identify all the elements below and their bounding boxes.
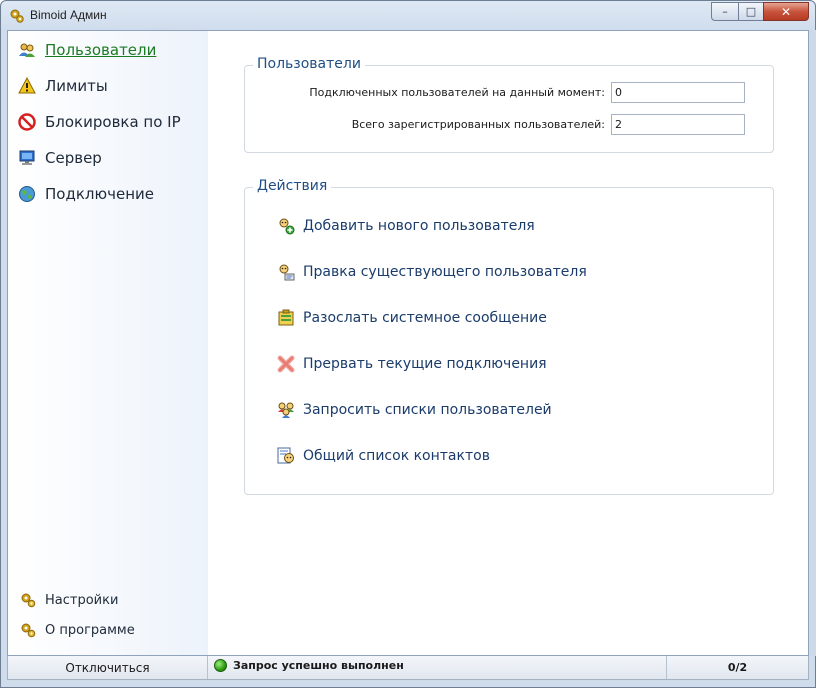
sidebar: Пользователи Лимиты Блокировка по IP Сер… (8, 31, 208, 655)
action-label: Прервать текущие подключения (303, 356, 547, 372)
status-bar: Отключиться Запрос успешно выполнен 0/2 (7, 656, 809, 680)
disconnect-action[interactable]: Прервать текущие подключения (277, 353, 547, 375)
registered-users-label: Всего зарегистрированных пользователей: (351, 117, 605, 131)
main-panel: Пользователи Подключенных пользователей … (208, 31, 808, 655)
window-title: Bimoid Админ (30, 8, 107, 22)
title-bar[interactable]: Bimoid Админ – □ ✕ (1, 1, 815, 31)
sidebar-item-label: Сервер (45, 149, 102, 167)
users-icon (18, 41, 36, 59)
sidebar-item-connection[interactable]: Подключение (18, 182, 154, 206)
sidebar-item-server[interactable]: Сервер (18, 146, 102, 170)
disconnect-button[interactable]: Отключиться (8, 656, 208, 679)
monitor-icon (18, 149, 36, 167)
sidebar-item-label: Подключение (45, 185, 154, 203)
action-label: Запросить списки пользователей (303, 402, 552, 418)
broadcast-action[interactable]: Разослать системное сообщение (277, 307, 547, 329)
status-text: Запрос успешно выполнен (233, 659, 404, 672)
gears-icon (20, 592, 36, 608)
sidebar-item-label: Пользователи (45, 41, 157, 59)
contacts-icon (277, 447, 295, 465)
add-user-icon (277, 217, 295, 235)
connected-users-label: Подключенных пользователей на данный мом… (309, 85, 605, 99)
user-lists-icon (277, 401, 295, 419)
warning-icon (18, 77, 36, 95)
sidebar-item-settings[interactable]: Настройки (20, 590, 118, 610)
add-user-action[interactable]: Добавить нового пользователя (277, 215, 535, 237)
request-lists-action[interactable]: Запросить списки пользователей (277, 399, 552, 421)
sidebar-item-label: О программе (45, 622, 135, 638)
disconnect-icon (277, 355, 295, 373)
window-right-edge (809, 30, 816, 656)
registered-users-row: Всего зарегистрированных пользователей: (352, 113, 745, 135)
close-button[interactable]: ✕ (763, 2, 809, 21)
minimize-button[interactable]: – (711, 2, 738, 21)
sidebar-item-users[interactable]: Пользователи (18, 38, 156, 62)
users-group: Пользователи Подключенных пользователей … (244, 56, 774, 153)
edit-user-action[interactable]: Правка существующего пользователя (277, 261, 587, 283)
user-count: 0/2 (666, 656, 808, 679)
action-label: Правка существующего пользователя (303, 264, 587, 280)
block-icon (18, 113, 36, 131)
contacts-action[interactable]: Общий список контактов (277, 445, 490, 467)
sidebar-item-label: Блокировка по IP (45, 113, 181, 131)
sidebar-item-ip-block[interactable]: Блокировка по IP (18, 110, 181, 134)
sidebar-item-label: Лимиты (45, 77, 108, 95)
gears-icon (20, 622, 36, 638)
sidebar-item-limits[interactable]: Лимиты (18, 74, 108, 98)
status-ok-icon (214, 659, 227, 672)
actions-group: Действия Добавить нового пользователя Пр… (244, 178, 774, 495)
registered-users-field[interactable] (611, 113, 745, 135)
connected-users-field[interactable] (611, 81, 745, 103)
action-label: Разослать системное сообщение (303, 310, 547, 326)
action-label: Общий список контактов (303, 448, 490, 464)
status-message: Запрос успешно выполнен (214, 659, 404, 672)
action-label: Добавить нового пользователя (303, 218, 535, 234)
globe-icon (18, 185, 36, 203)
connected-users-row: Подключенных пользователей на данный мом… (309, 81, 745, 103)
client-area: Пользователи Лимиты Блокировка по IP Сер… (7, 30, 809, 656)
sidebar-item-about[interactable]: О программе (20, 620, 135, 640)
group-title: Пользователи (253, 56, 365, 72)
broadcast-icon (277, 309, 295, 327)
app-gears-icon (10, 9, 24, 23)
group-title: Действия (253, 178, 332, 194)
edit-user-icon (277, 263, 295, 281)
sidebar-item-label: Настройки (45, 592, 119, 608)
maximize-button[interactable]: □ (738, 2, 763, 21)
